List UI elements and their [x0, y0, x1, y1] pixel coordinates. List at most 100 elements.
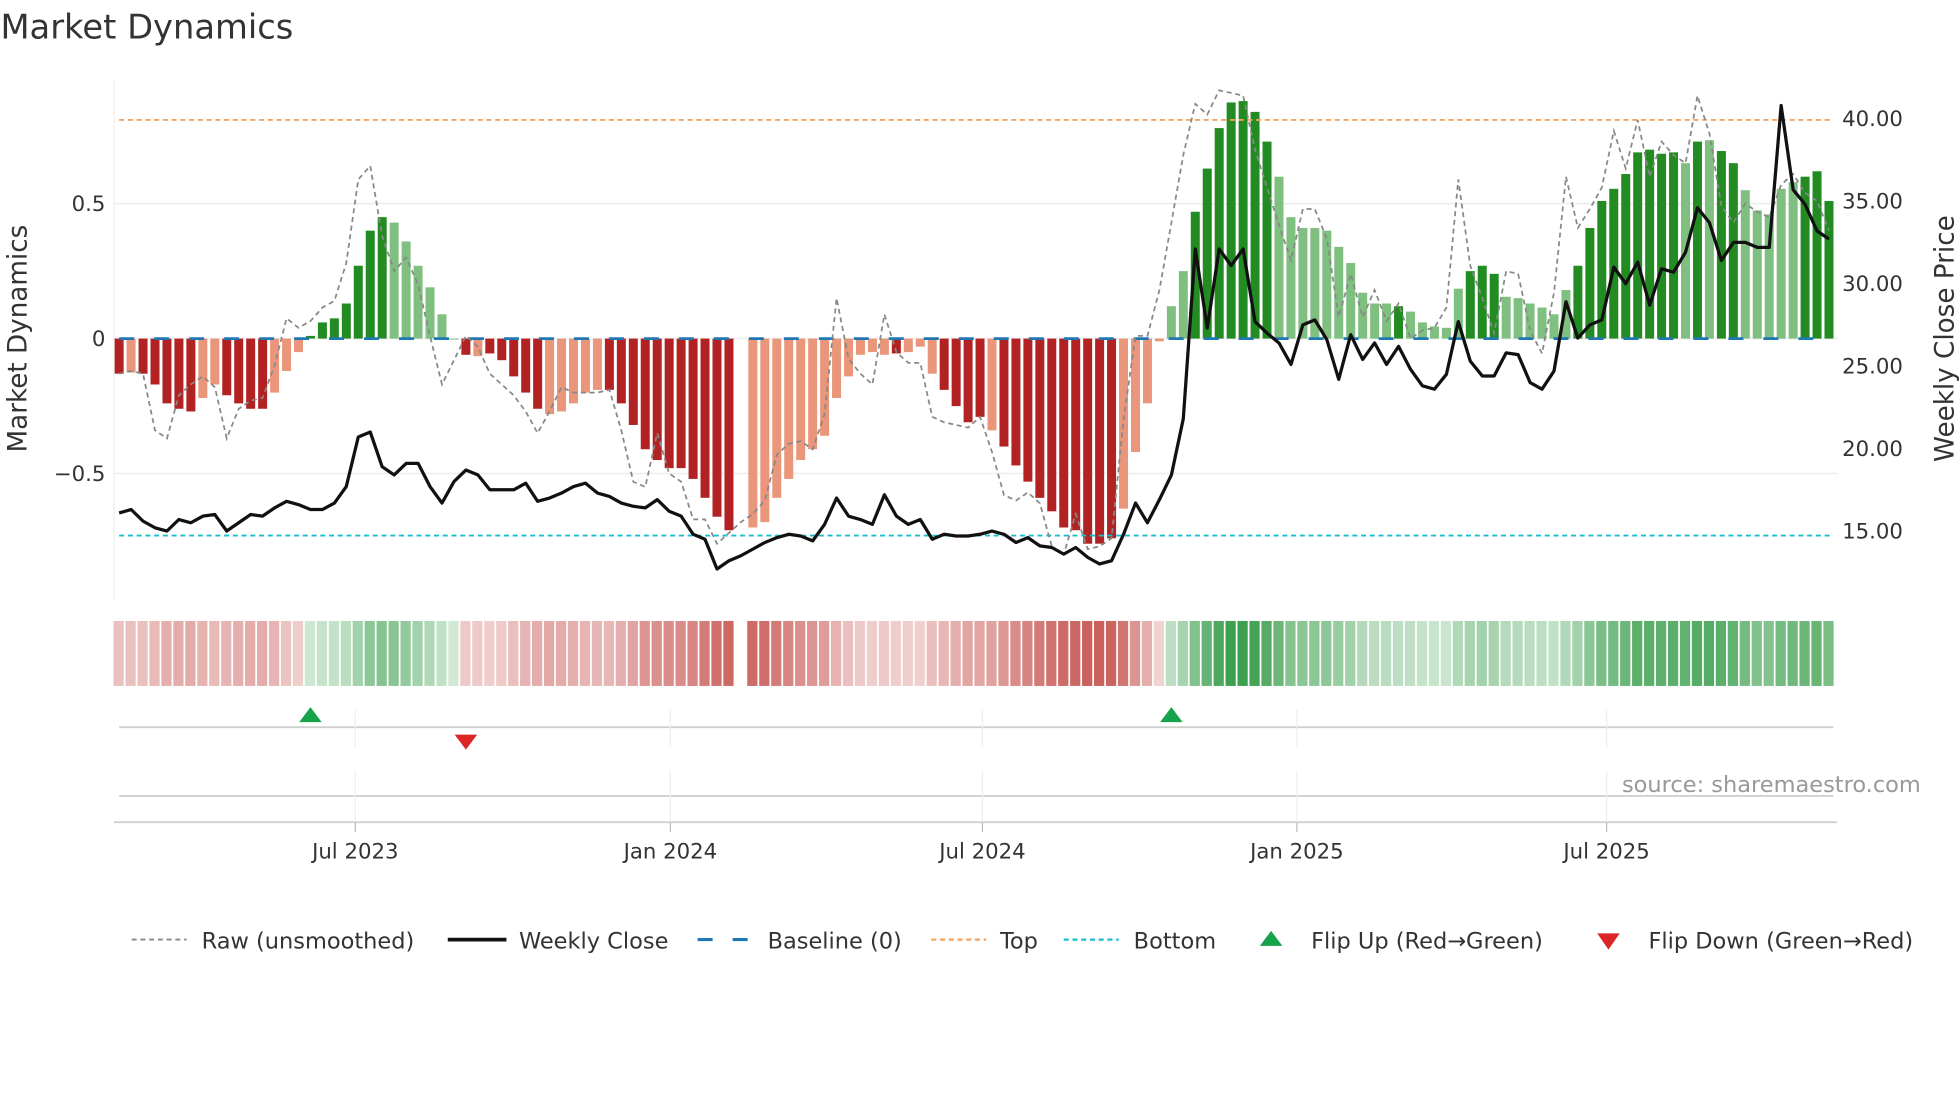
dynamics-bar [545, 338, 555, 415]
strip-cell [974, 620, 985, 686]
strip-cell [125, 620, 136, 686]
strip-cell [1082, 620, 1093, 686]
strip-cell [950, 620, 961, 686]
strip-cell [1500, 620, 1511, 686]
strip-cell [615, 620, 626, 686]
legend-bottom: Bottom [1134, 928, 1216, 954]
dynamics-bar [1035, 338, 1045, 498]
dynamics-bar [282, 338, 292, 371]
strip-cell [1560, 620, 1571, 686]
strip-cell [1093, 620, 1105, 686]
strip-cell [1189, 620, 1200, 686]
right-tick-label: 20.00 [1842, 437, 1903, 462]
strip-cell [1321, 620, 1332, 686]
dynamics-bar [1370, 303, 1380, 339]
dynamics-bar [1692, 141, 1702, 339]
dynamics-bar [521, 338, 531, 393]
dynamics-bar [1154, 338, 1164, 342]
strip-cell [603, 620, 615, 686]
strip-cell [747, 620, 758, 686]
dynamics-bar [712, 338, 722, 517]
dynamics-bar [1740, 190, 1750, 339]
strip-cell [783, 620, 794, 686]
dynamics-bar [401, 241, 411, 339]
strip-cell [1345, 620, 1356, 686]
strip-cell [830, 620, 842, 686]
right-tick-label: 40.00 [1842, 107, 1903, 132]
strip-cell [1129, 620, 1141, 686]
left-tick-label: 0.5 [72, 192, 106, 217]
strip-cell [1261, 620, 1272, 686]
date-tick-label: Jul 2023 [310, 839, 398, 864]
strip-cell [1644, 620, 1655, 686]
dynamics-bar [1059, 338, 1069, 528]
date-tick-label: Jan 2024 [622, 839, 718, 864]
dynamics-bar [1095, 338, 1105, 544]
dynamics-bar [1776, 188, 1786, 339]
strip-cell [1476, 620, 1487, 686]
strip-cell [1165, 620, 1176, 686]
dynamics-bar [1657, 153, 1667, 339]
dynamics-bar [724, 338, 734, 531]
dynamics-bar [1406, 311, 1416, 339]
dynamics-bar [855, 338, 865, 355]
strip-cell [1285, 620, 1296, 686]
strip-cell [1811, 620, 1822, 686]
left-tick-label: −0.5 [54, 462, 106, 487]
strip-cell [412, 620, 423, 686]
dynamics-bar [1465, 271, 1475, 339]
strip-cell [436, 620, 447, 686]
strip-cell [1464, 620, 1475, 686]
dynamics-bar [1166, 306, 1176, 339]
dynamics-bar [1286, 217, 1296, 339]
strip-cell [304, 620, 316, 686]
dynamics-bar [1346, 263, 1356, 339]
dynamics-bar [1226, 102, 1236, 339]
strip-cell [1153, 620, 1165, 686]
dynamics-bar [927, 338, 937, 374]
strip-cell [1787, 620, 1798, 686]
dynamics-bar [664, 338, 674, 469]
strip-cell [1225, 620, 1236, 686]
dynamics-bar [975, 338, 985, 417]
strip-cell [962, 620, 973, 686]
strip-cell [1691, 620, 1703, 686]
dynamics-bar [1262, 141, 1272, 339]
flip-markers [299, 707, 1183, 750]
strip-cell [1058, 620, 1069, 686]
strip-cell [137, 620, 148, 686]
strip-cell [1105, 620, 1117, 686]
dynamics-bar [1752, 210, 1762, 339]
flip-down-marker [454, 734, 478, 750]
dynamics-bar [616, 338, 626, 404]
strip-cell [1703, 620, 1715, 686]
source-label: source: sharemaestro.com [1622, 772, 1921, 798]
strip-cell [1201, 620, 1212, 686]
left-axis-ticks: 0.5 0 −0.5 [54, 192, 106, 487]
strip-cell [1237, 620, 1248, 686]
strip-cell [472, 620, 483, 686]
strip-cell [1440, 620, 1451, 686]
left-axis-label: Market Dynamics [4, 225, 34, 453]
dynamics-bar [1119, 338, 1129, 509]
left-tick-label: 0 [92, 327, 106, 352]
strip-cell [257, 620, 268, 686]
dynamics-bar [341, 303, 351, 339]
flip-up-marker [1160, 707, 1183, 723]
date-axis-ticks: Jul 2023 Jan 2024 Jul 2024 Jan 2025 Jul 2025 [310, 709, 1650, 864]
legend-flip-down-icon [1597, 933, 1620, 950]
dynamics-bar [1107, 338, 1117, 539]
dynamics-bar [485, 338, 495, 354]
dynamics-bar [425, 287, 435, 339]
dynamics-bar [1071, 338, 1081, 531]
dynamics-bar [628, 338, 638, 425]
strip-cell [842, 620, 854, 686]
series-lines [118, 89, 1830, 571]
bars [114, 101, 1834, 544]
dynamics-bar [1489, 273, 1499, 339]
strip-cell [1357, 620, 1368, 686]
strip-cell [591, 620, 603, 686]
strip-cell [1428, 620, 1440, 686]
dynamics-bar [879, 338, 889, 355]
strip-cell [268, 620, 280, 686]
